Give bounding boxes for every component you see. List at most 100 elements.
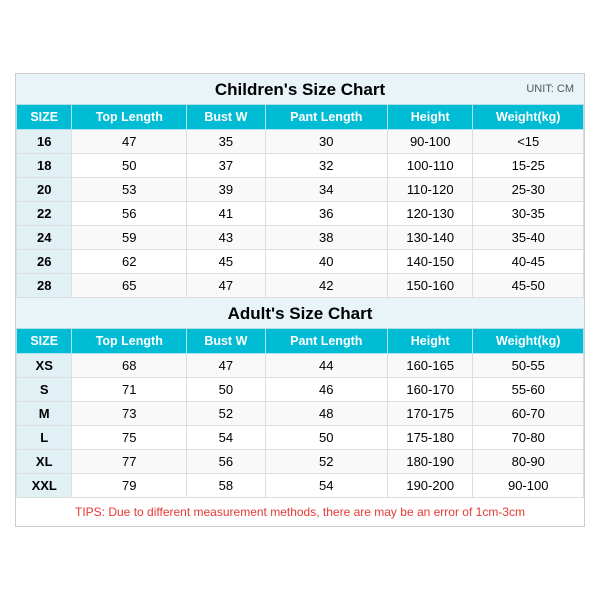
adult-chart-title: Adult's Size Chart	[228, 304, 373, 323]
table-cell: 47	[187, 274, 265, 298]
table-cell: 180-190	[387, 450, 472, 474]
col-pant-length: Pant Length	[265, 105, 387, 130]
children-size-table: SIZE Top Length Bust W Pant Length Heigh…	[16, 104, 584, 298]
table-cell: 52	[265, 450, 387, 474]
table-row: 20533934110-12025-30	[17, 178, 584, 202]
table-cell: 47	[187, 354, 265, 378]
table-cell: 40-45	[473, 250, 584, 274]
adult-title-row: Adult's Size Chart	[16, 298, 584, 328]
table-cell: 47	[72, 130, 187, 154]
table-cell: 16	[17, 130, 72, 154]
table-cell: 130-140	[387, 226, 472, 250]
table-row: XXL795854190-20090-100	[17, 474, 584, 498]
table-row: L755450175-18070-80	[17, 426, 584, 450]
table-cell: 32	[265, 154, 387, 178]
children-header-row: SIZE Top Length Bust W Pant Length Heigh…	[17, 105, 584, 130]
table-cell: 37	[187, 154, 265, 178]
adult-table-body: XS684744160-16550-55S715046160-17055-60M…	[17, 354, 584, 498]
table-cell: 77	[72, 450, 187, 474]
table-cell: 190-200	[387, 474, 472, 498]
table-cell: 44	[265, 354, 387, 378]
children-table-body: 1647353090-100<1518503732100-11015-25205…	[17, 130, 584, 298]
adult-col-height: Height	[387, 329, 472, 354]
col-weight: Weight(kg)	[473, 105, 584, 130]
table-row: S715046160-17055-60	[17, 378, 584, 402]
table-cell: 150-160	[387, 274, 472, 298]
table-row: 22564136120-13030-35	[17, 202, 584, 226]
table-cell: 22	[17, 202, 72, 226]
table-cell: S	[17, 378, 72, 402]
table-cell: 73	[72, 402, 187, 426]
adult-col-top-length: Top Length	[72, 329, 187, 354]
table-cell: 140-150	[387, 250, 472, 274]
table-cell: 26	[17, 250, 72, 274]
table-cell: 30	[265, 130, 387, 154]
table-cell: 38	[265, 226, 387, 250]
adult-col-pant-length: Pant Length	[265, 329, 387, 354]
table-cell: 25-30	[473, 178, 584, 202]
table-cell: 41	[187, 202, 265, 226]
adult-size-table: SIZE Top Length Bust W Pant Length Heigh…	[16, 328, 584, 498]
table-cell: <15	[473, 130, 584, 154]
table-cell: XL	[17, 450, 72, 474]
table-row: XS684744160-16550-55	[17, 354, 584, 378]
table-cell: 18	[17, 154, 72, 178]
table-cell: XS	[17, 354, 72, 378]
table-cell: 45-50	[473, 274, 584, 298]
col-bust-w: Bust W	[187, 105, 265, 130]
table-cell: 39	[187, 178, 265, 202]
table-cell: 160-170	[387, 378, 472, 402]
table-cell: 54	[187, 426, 265, 450]
table-row: M735248170-17560-70	[17, 402, 584, 426]
table-cell: 110-120	[387, 178, 472, 202]
col-top-length: Top Length	[72, 105, 187, 130]
table-cell: 58	[187, 474, 265, 498]
table-cell: 90-100	[473, 474, 584, 498]
adult-col-weight: Weight(kg)	[473, 329, 584, 354]
table-cell: 100-110	[387, 154, 472, 178]
adult-header-row: SIZE Top Length Bust W Pant Length Heigh…	[17, 329, 584, 354]
children-title-row: Children's Size Chart UNIT: CM	[16, 74, 584, 104]
table-row: 24594338130-14035-40	[17, 226, 584, 250]
col-height: Height	[387, 105, 472, 130]
col-size: SIZE	[17, 105, 72, 130]
table-row: XL775652180-19080-90	[17, 450, 584, 474]
table-cell: 160-165	[387, 354, 472, 378]
table-cell: 54	[265, 474, 387, 498]
table-cell: 50	[265, 426, 387, 450]
table-cell: 15-25	[473, 154, 584, 178]
table-cell: 34	[265, 178, 387, 202]
table-cell: 52	[187, 402, 265, 426]
table-cell: 90-100	[387, 130, 472, 154]
table-cell: 60-70	[473, 402, 584, 426]
table-cell: 35-40	[473, 226, 584, 250]
table-cell: 43	[187, 226, 265, 250]
size-chart-container: Children's Size Chart UNIT: CM SIZE Top …	[15, 73, 585, 527]
table-row: 1647353090-100<15	[17, 130, 584, 154]
table-cell: 30-35	[473, 202, 584, 226]
table-cell: 59	[72, 226, 187, 250]
table-cell: 56	[187, 450, 265, 474]
tips-text: TIPS: Due to different measurement metho…	[75, 505, 525, 519]
tips-row: TIPS: Due to different measurement metho…	[16, 498, 584, 526]
table-cell: 20	[17, 178, 72, 202]
table-cell: 70-80	[473, 426, 584, 450]
table-cell: 62	[72, 250, 187, 274]
table-cell: XXL	[17, 474, 72, 498]
table-cell: 79	[72, 474, 187, 498]
table-cell: 50	[187, 378, 265, 402]
table-cell: 65	[72, 274, 187, 298]
table-row: 28654742150-16045-50	[17, 274, 584, 298]
table-cell: 42	[265, 274, 387, 298]
table-cell: 28	[17, 274, 72, 298]
table-cell: 68	[72, 354, 187, 378]
unit-label: UNIT: CM	[526, 83, 574, 95]
adult-col-size: SIZE	[17, 329, 72, 354]
table-cell: 56	[72, 202, 187, 226]
table-cell: 71	[72, 378, 187, 402]
table-cell: 120-130	[387, 202, 472, 226]
table-cell: 40	[265, 250, 387, 274]
table-cell: 48	[265, 402, 387, 426]
table-cell: 55-60	[473, 378, 584, 402]
table-cell: 50-55	[473, 354, 584, 378]
